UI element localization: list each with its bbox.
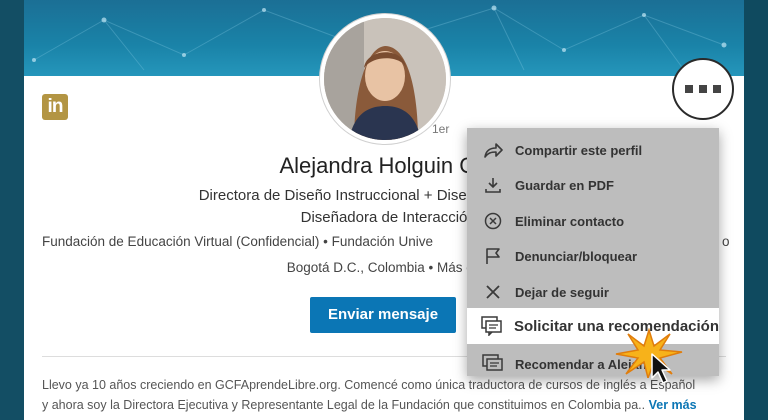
menu-item-label: Compartir este perfil [515,142,643,158]
linkedin-logo-icon: in [42,94,68,120]
menu-item-label: Eliminar contacto [515,213,625,229]
remove-circle-icon [481,210,505,232]
download-icon [481,174,505,196]
dot-icon [713,85,721,93]
menu-item-label: Dejar de seguir [515,284,609,300]
menu-item-share-profile[interactable]: Compartir este perfil [467,133,719,167]
menu-item-label: Guardar en PDF [515,177,614,193]
comment-stack-icon [481,353,505,375]
companies-tail: o [722,234,730,249]
avatar[interactable] [320,14,450,144]
companies-text: Fundación de Educación Virtual (Confiden… [42,234,433,249]
dot-icon [685,85,693,93]
profile-summary: Llevo ya 10 años creciendo en GCFAprende… [42,375,732,415]
menu-item-label: Denunciar/bloquear [515,248,638,264]
share-arrow-icon [481,139,505,161]
profile-companies: Fundación de Educación Virtual (Confiden… [42,234,730,249]
menu-item-remove-contact[interactable]: Eliminar contacto [467,204,719,238]
menu-item-save-pdf[interactable]: Guardar en PDF [467,168,719,202]
connection-degree: 1er [432,122,450,136]
x-icon [481,281,505,303]
flag-icon [481,245,505,267]
summary-line-text: y ahora soy la Directora Ejecutiva y Rep… [42,398,646,412]
send-message-button[interactable]: Enviar mensaje [310,297,456,333]
menu-item-unfollow[interactable]: Dejar de seguir [467,275,719,309]
dot-icon [699,85,707,93]
comment-stack-icon [481,315,504,337]
mouse-pointer-icon [651,353,671,384]
menu-item-report-block[interactable]: Denunciar/bloquear [467,239,719,273]
summary-line-2: y ahora soy la Directora Ejecutiva y Rep… [42,395,732,415]
see-more-link[interactable]: Ver más [649,398,697,412]
more-actions-button[interactable] [672,58,734,120]
